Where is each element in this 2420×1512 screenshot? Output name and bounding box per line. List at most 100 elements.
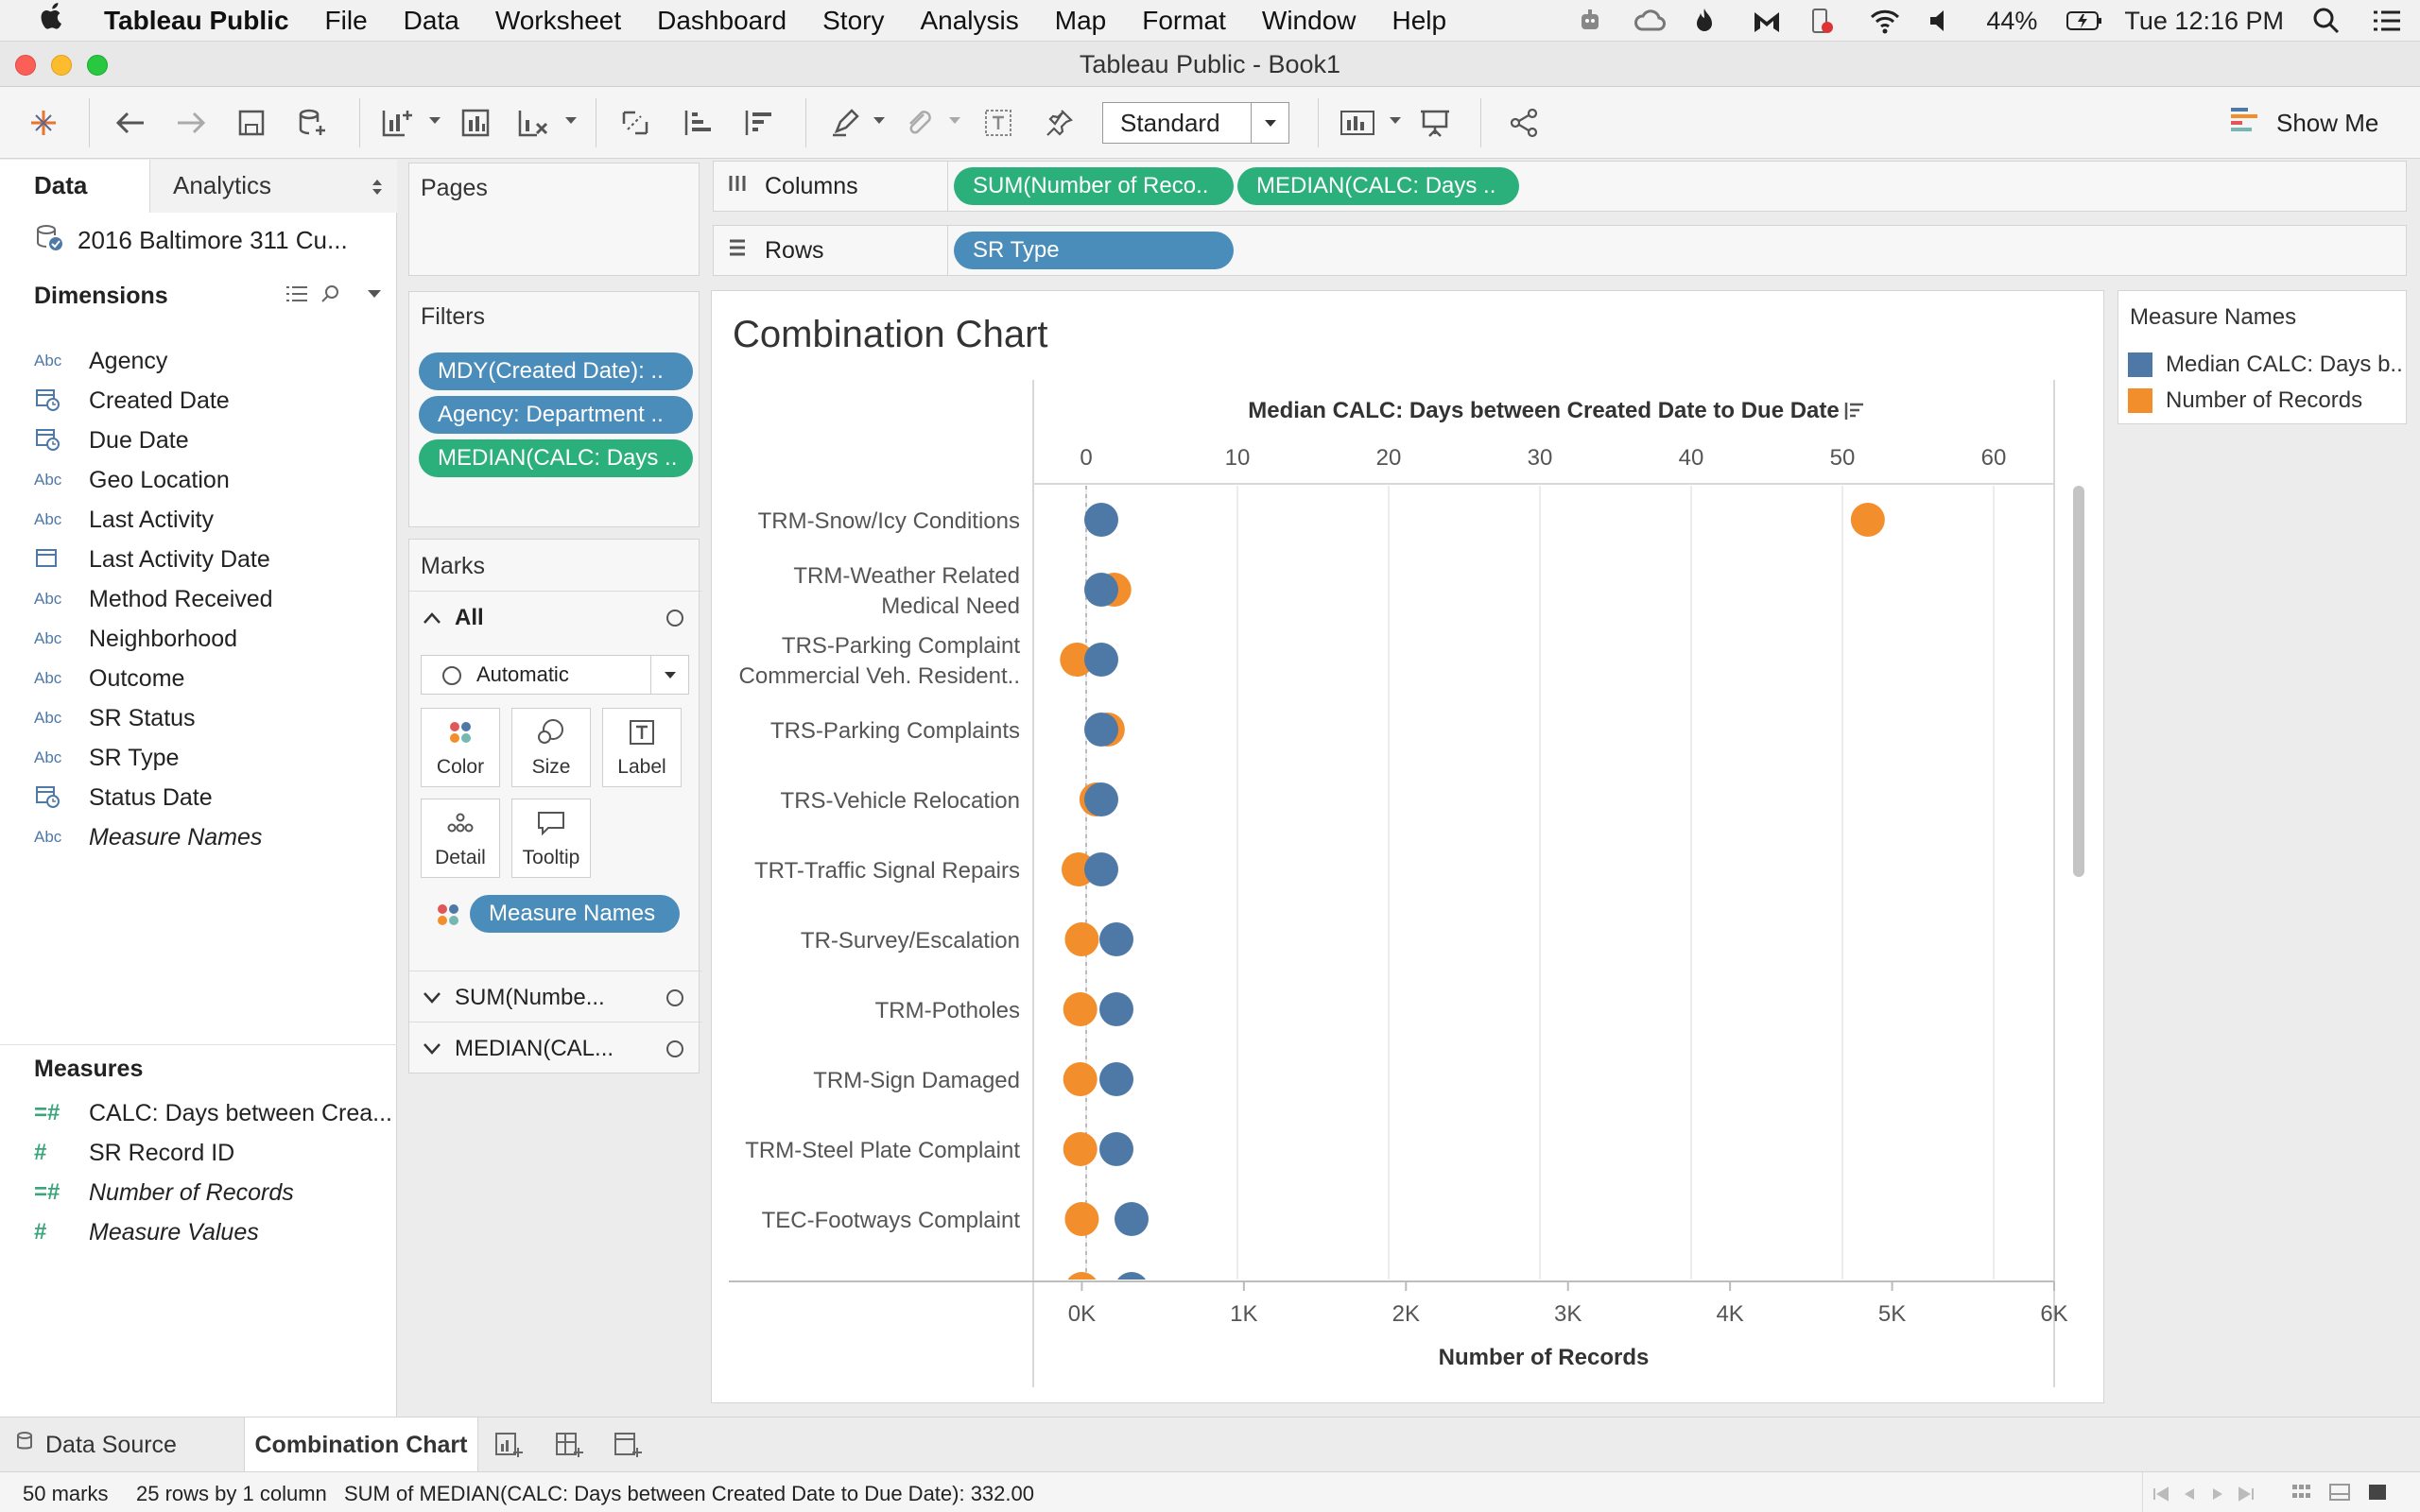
field-measure-names[interactable]: Abc Measure Names — [34, 817, 393, 857]
menubar-clock[interactable]: Tue 12:16 PM — [2124, 7, 2284, 36]
tooltip-button[interactable]: Tooltip — [511, 799, 591, 878]
search-icon[interactable] — [320, 283, 342, 310]
group-members-icon[interactable] — [900, 104, 938, 142]
chevron-down-icon[interactable] — [365, 284, 384, 308]
menu-data[interactable]: Data — [404, 6, 459, 36]
row-header-label[interactable]: TEC-Footways Complaint — [762, 1208, 1021, 1233]
new-worksheet-icon[interactable] — [378, 104, 416, 142]
field-last-activity-date[interactable]: Last Activity Date — [34, 540, 393, 579]
filter-pill-agency[interactable]: Agency: Department .. — [419, 396, 693, 434]
data-point-circle[interactable] — [1084, 573, 1118, 607]
redo-forward-icon[interactable] — [172, 104, 210, 142]
pages-shelf[interactable]: Pages — [408, 163, 700, 276]
data-point-circle[interactable] — [1850, 503, 1885, 537]
color-button[interactable]: Color — [421, 708, 500, 787]
creative-cloud-icon[interactable] — [1634, 7, 1667, 35]
marks-sum-records-row[interactable]: SUM(Numbe... — [409, 971, 702, 1023]
menu-analysis[interactable]: Analysis — [920, 6, 1018, 36]
legend-item-median-calc[interactable]: Median CALC: Days b.. — [2128, 352, 2403, 378]
filters-shelf[interactable]: Filters MDY(Created Date): .. Agency: De… — [408, 291, 700, 527]
combination-chart[interactable]: Median CALC: Days between Created Date t… — [712, 291, 2103, 1402]
new-data-source-icon[interactable] — [293, 104, 331, 142]
battery-icon[interactable] — [2066, 7, 2102, 35]
row-header-label[interactable]: TRM-Snow/Icy Conditions — [758, 508, 1020, 534]
marks-median-calc-row[interactable]: MEDIAN(CAL... — [409, 1022, 702, 1074]
legend-item-number-of-records[interactable]: Number of Records — [2128, 387, 2362, 414]
tab-data[interactable]: Data — [0, 160, 149, 213]
flame-icon[interactable] — [1693, 7, 1723, 35]
menu-format[interactable]: Format — [1142, 6, 1226, 36]
fit-dropdown[interactable]: Standard — [1102, 102, 1289, 144]
data-point-circle[interactable] — [1099, 1132, 1133, 1166]
data-point-circle[interactable] — [1064, 1202, 1099, 1236]
detail-button[interactable]: Detail — [421, 799, 500, 878]
clear-sheet-icon[interactable] — [514, 104, 552, 142]
field-sr-type[interactable]: Abc SR Type — [34, 738, 393, 778]
new-story-tab-icon[interactable] — [613, 1431, 643, 1464]
data-point-circle[interactable] — [1084, 782, 1118, 816]
field-outcome[interactable]: Abc Outcome — [34, 659, 393, 698]
row-header-label[interactable]: TRM-Steel Plate Complaint — [745, 1138, 1020, 1163]
menu-help[interactable]: Help — [1392, 6, 1447, 36]
tab-data-source[interactable]: Data Source — [15, 1418, 177, 1472]
menu-map[interactable]: Map — [1055, 6, 1106, 36]
row-header-label[interactable]: TRM-Sign Damaged — [813, 1068, 1020, 1093]
row-header-label[interactable]: TRM-Weather Related — [793, 563, 1020, 589]
volume-icon[interactable] — [1927, 7, 1958, 35]
data-point-circle[interactable] — [1099, 992, 1133, 1026]
fix-axes-pin-icon[interactable] — [1040, 104, 1078, 142]
undo-back-icon[interactable] — [112, 104, 149, 142]
size-button[interactable]: Size — [511, 708, 591, 787]
data-point-circle[interactable] — [1063, 992, 1098, 1026]
columns-shelf[interactable]: Columns SUM(Number of Reco.. MEDIAN(CALC… — [713, 161, 2407, 212]
field-sr-record-id[interactable]: # SR Record ID — [34, 1133, 393, 1173]
next-sheet-icon[interactable] — [2209, 1484, 2226, 1508]
vertical-scrollbar-thumb[interactable] — [2073, 486, 2084, 877]
row-header-label[interactable]: TRS-Parking Complaint — [782, 633, 1020, 659]
data-point-circle[interactable] — [1099, 922, 1133, 956]
field-agency[interactable]: Abc Agency — [34, 341, 393, 381]
menu-worksheet[interactable]: Worksheet — [495, 6, 621, 36]
zoom-window-button[interactable] — [87, 55, 108, 76]
first-sheet-icon[interactable] — [2151, 1484, 2171, 1508]
save-icon[interactable] — [233, 104, 270, 142]
tableau-logo-icon[interactable] — [25, 104, 62, 142]
data-point-circle[interactable] — [1084, 852, 1118, 886]
data-point-circle[interactable] — [1064, 922, 1099, 956]
close-window-button[interactable] — [15, 55, 36, 76]
field-measure-values[interactable]: # Measure Values — [34, 1212, 393, 1252]
tab-analytics[interactable]: Analytics — [149, 160, 397, 213]
row-header-label[interactable]: TRT-Traffic Signal Repairs — [754, 858, 1020, 884]
minimize-window-button[interactable] — [51, 55, 72, 76]
battery-percent[interactable]: 44% — [1986, 7, 2037, 36]
sort-axis-icon[interactable] — [1844, 403, 1863, 420]
data-source-item[interactable]: 2016 Baltimore 311 Cu... — [34, 222, 348, 259]
show-mark-labels-icon[interactable] — [979, 104, 1017, 142]
data-point-circle[interactable] — [1099, 1062, 1133, 1096]
robot-tray-icon[interactable] — [1576, 7, 1606, 35]
show-me-button[interactable]: Show Me — [2229, 104, 2378, 142]
field-created-date[interactable]: Created Date — [34, 381, 393, 421]
data-point-circle[interactable] — [1084, 713, 1118, 747]
menu-app-name[interactable]: Tableau Public — [104, 6, 289, 36]
color-pill-measure-names[interactable]: Measure Names — [470, 895, 680, 933]
field-last-activity[interactable]: Abc Last Activity — [34, 500, 393, 540]
field-calc-days[interactable]: =# CALC: Days between Crea... — [34, 1093, 393, 1133]
battery-alert-icon[interactable] — [1810, 7, 1841, 35]
swap-rows-columns-icon[interactable] — [616, 104, 654, 142]
columns-pill-median-calc[interactable]: MEDIAN(CALC: Days .. — [1237, 167, 1519, 205]
data-point-circle[interactable] — [1063, 1062, 1098, 1096]
field-due-date[interactable]: Due Date — [34, 421, 393, 460]
apple-menu-icon[interactable] — [0, 2, 104, 40]
sort-ascending-icon[interactable] — [679, 104, 717, 142]
data-point-circle[interactable] — [1084, 643, 1118, 677]
menu-dashboard[interactable]: Dashboard — [657, 6, 786, 36]
field-number-of-records[interactable]: =# Number of Records — [34, 1173, 393, 1212]
row-header-label[interactable]: Medical Need — [881, 593, 1020, 619]
rows-shelf[interactable]: Rows SR Type — [713, 225, 2407, 276]
field-geo-location[interactable]: Abc Geo Location — [34, 460, 393, 500]
menu-window[interactable]: Window — [1262, 6, 1357, 36]
marks-all-row[interactable]: All — [409, 591, 702, 644]
notification-center-icon[interactable] — [2371, 7, 2401, 35]
field-sr-status[interactable]: Abc SR Status — [34, 698, 393, 738]
